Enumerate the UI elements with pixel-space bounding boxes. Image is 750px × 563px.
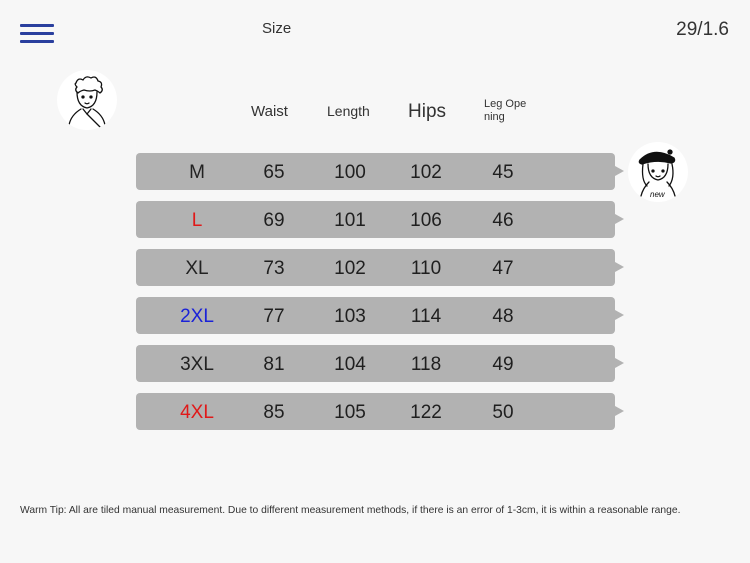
page-counter: 29/1.6 (676, 19, 729, 40)
size-cell: L (191, 210, 203, 231)
boy-cartoon-avatar (57, 70, 117, 130)
menu-icon-bar (20, 40, 54, 43)
column-header-leg-opening: Leg Ope ning (484, 98, 527, 123)
length-cell: 102 (334, 258, 366, 279)
hips-cell: 102 (410, 162, 442, 183)
length-cell: 104 (334, 354, 366, 375)
column-header-length: Length (327, 103, 370, 119)
waist-cell: 77 (263, 306, 285, 327)
table-row: L 69 101 106 46 (136, 201, 624, 238)
waist-cell: 65 (263, 162, 285, 183)
hips-cell: 106 (410, 210, 442, 231)
table-row: 4XL 85 105 122 50 (136, 393, 624, 430)
column-header-hips: Hips (408, 101, 447, 122)
hips-cell: 122 (410, 402, 442, 423)
size-cell: XL (185, 258, 209, 279)
menu-icon[interactable] (20, 24, 54, 44)
leg-opening-cell: 47 (492, 258, 514, 279)
length-cell: 101 (334, 210, 366, 231)
size-cell: 3XL (180, 354, 214, 375)
size-cell: 2XL (180, 306, 214, 327)
menu-icon-bar (20, 32, 54, 35)
waist-cell: 81 (263, 354, 285, 375)
avatar-caption: new (650, 190, 666, 199)
size-cell: M (189, 162, 205, 183)
size-cell: 4XL (180, 402, 214, 423)
hips-cell: 110 (410, 258, 442, 279)
hips-cell: 118 (410, 354, 442, 375)
waist-cell: 85 (263, 402, 285, 423)
leg-opening-cell: 48 (492, 306, 514, 327)
table-row: 3XL 81 104 118 49 (136, 345, 624, 382)
leg-opening-cell: 46 (492, 210, 514, 231)
girl-cartoon-avatar: new (628, 142, 688, 202)
leg-opening-cell: 45 (492, 162, 514, 183)
length-cell: 100 (334, 162, 366, 183)
table-row: M 65 100 102 45 (136, 153, 624, 190)
leg-opening-cell: 49 (492, 354, 514, 375)
hips-cell: 114 (410, 306, 442, 327)
warm-tip: Warm Tip: All are tiled manual measureme… (20, 505, 681, 516)
waist-cell: 69 (263, 210, 285, 231)
table-row: 2XL 77 103 114 48 (136, 297, 624, 334)
length-cell: 103 (334, 306, 366, 327)
length-cell: 105 (334, 402, 366, 423)
waist-cell: 73 (263, 258, 285, 279)
column-header-waist: Waist (251, 103, 288, 120)
page-title: Size (262, 20, 292, 37)
table-row: XL 73 102 110 47 (136, 249, 624, 286)
leg-opening-cell: 50 (492, 402, 514, 423)
menu-icon-bar (20, 24, 54, 27)
